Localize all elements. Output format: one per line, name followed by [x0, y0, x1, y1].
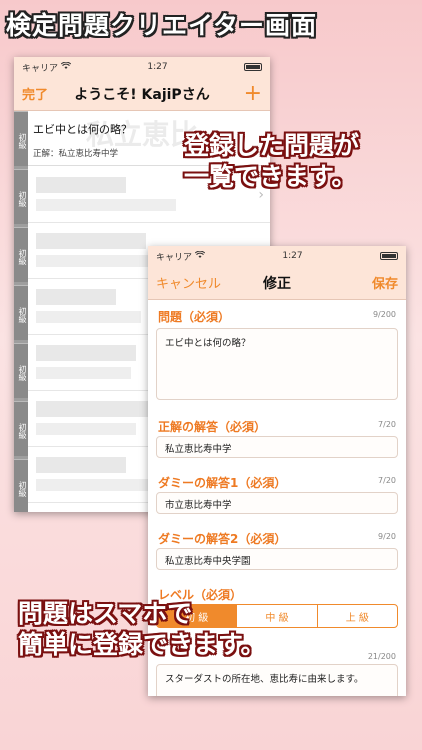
caption-line: 登録した問題が — [184, 131, 360, 160]
list-item-answer: 正解：私立恵比寿中学 — [33, 149, 119, 159]
level-tag: 初級 — [14, 111, 28, 166]
caption-list: 登録した問題が 一覧できます。 — [184, 130, 359, 193]
status-bar: キャリア 1:27 — [148, 246, 406, 266]
caption-edit: 問題はスマホで 簡単に登録できます。 — [18, 598, 266, 661]
battery-icon — [243, 63, 262, 71]
list-item-question: エビ中とは何の略？ — [33, 123, 132, 136]
caption-line: 簡単に登録できます。 — [18, 630, 266, 660]
level-tag: 初級 — [14, 459, 28, 512]
caption-line: 一覧できます。 — [184, 162, 357, 192]
note-count: 21/200 — [367, 652, 396, 661]
level-tag: 初級 — [14, 343, 28, 398]
wifi-icon — [194, 250, 206, 262]
note-field[interactable]: スターダストの所在地、恵比寿に由来します。 — [156, 664, 398, 696]
done-button[interactable]: 完了 — [22, 84, 48, 103]
carrier-label: キャリア — [156, 252, 193, 263]
save-button[interactable]: 保存 — [372, 273, 398, 292]
dummy-answer-2-field[interactable]: 私立恵比寿中央学園 — [156, 548, 398, 570]
wifi-icon — [60, 61, 72, 73]
level-tag: 初級 — [14, 227, 28, 282]
carrier-label: キャリア — [22, 63, 59, 74]
cancel-button[interactable]: キャンセル — [156, 273, 221, 292]
correct-answer-count: 7/20 — [378, 420, 396, 429]
dummy-answer-1-field[interactable]: 市立恵比寿中学 — [156, 492, 398, 514]
status-bar: キャリア 1:27 — [14, 57, 270, 77]
plus-icon[interactable]: + — [244, 82, 262, 105]
carrier: キャリア — [22, 61, 72, 74]
dummy-answer-2-label: ダミーの解答2（必須） — [158, 532, 287, 546]
question-count: 9/200 — [372, 310, 396, 319]
battery-icon — [379, 252, 398, 260]
level-tag: 初級 — [14, 401, 28, 456]
level-tag: 初級 — [14, 169, 28, 224]
carrier: キャリア — [156, 250, 206, 263]
caption-line: 問題はスマホで — [18, 599, 193, 628]
nav-title: ようこそ! KajiPさん — [74, 86, 210, 103]
question-field[interactable]: エビ中とは何の略？ — [156, 328, 398, 400]
page-title: 検定問題クリエイター画面 — [6, 11, 318, 40]
correct-answer-label: 正解の解答（必須） — [158, 420, 267, 434]
question-label: 問題（必須） — [158, 310, 231, 324]
status-time: 1:27 — [282, 251, 303, 261]
status-time: 1:27 — [147, 62, 168, 72]
dummy-answer-1-count: 7/20 — [378, 476, 396, 485]
correct-answer-field[interactable]: 私立恵比寿中学 — [156, 436, 398, 458]
dummy-answer-1-label: ダミーの解答1（必須） — [158, 476, 287, 490]
dummy-answer-2-count: 9/20 — [378, 532, 396, 541]
nav-bar: キャンセル 修正 保存 — [148, 266, 406, 300]
level-option-advanced[interactable]: 上 級 — [316, 605, 397, 627]
level-tag: 初級 — [14, 285, 28, 340]
nav-bar: 完了 ようこそ! KajiPさん + — [14, 77, 270, 111]
